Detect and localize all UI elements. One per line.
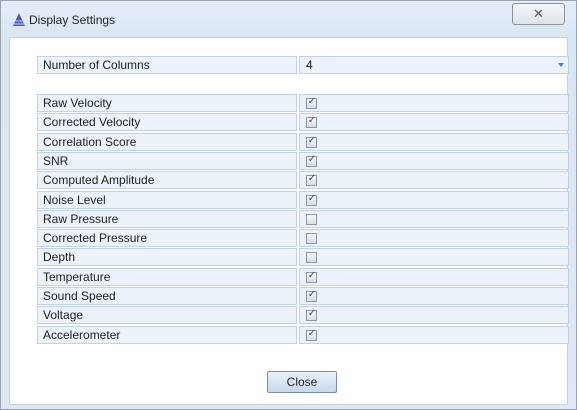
option-label: Noise Level <box>37 190 297 209</box>
check-icon: ✓ <box>307 96 317 107</box>
option-checkbox[interactable] <box>306 213 317 225</box>
option-row: Accelerometer ✓ <box>37 325 569 345</box>
option-label: Accelerometer <box>37 325 297 344</box>
option-value-cell: ✓ <box>299 113 569 132</box>
option-value-cell: ✓ <box>299 171 569 190</box>
option-label: Correlation Score <box>37 132 297 151</box>
option-value-cell: ✓ <box>299 325 569 344</box>
option-row: Corrected Velocity ✓ <box>37 113 569 132</box>
option-label: Raw Velocity <box>37 94 297 112</box>
option-label: Corrected Pressure <box>37 229 297 248</box>
option-value-cell <box>299 248 569 267</box>
option-label: SNR <box>37 151 297 170</box>
number-of-columns-dropdown[interactable]: 4 <box>299 56 569 74</box>
close-button[interactable]: Close <box>267 371 337 393</box>
number-of-columns-value: 4 <box>306 58 313 72</box>
option-value-cell: ✓ <box>299 190 569 209</box>
option-checkbox[interactable]: ✓ <box>306 192 317 206</box>
number-of-columns-row: Number of Columns 4 <box>37 56 569 75</box>
option-checkbox[interactable] <box>306 252 317 264</box>
number-of-columns-label: Number of Columns <box>37 56 297 74</box>
title-bar: Display Settings ✕ <box>1 1 576 37</box>
option-row: Corrected Pressure <box>37 229 569 248</box>
option-checkbox[interactable]: ✓ <box>306 327 317 341</box>
option-label: Computed Amplitude <box>37 171 297 190</box>
option-value-cell: ✓ <box>299 287 569 305</box>
option-checkbox[interactable]: ✓ <box>306 308 317 322</box>
option-value-cell: ✓ <box>299 94 569 112</box>
option-label: Depth <box>37 248 297 267</box>
check-icon: ✓ <box>307 327 317 339</box>
option-row: Noise Level ✓ <box>37 190 569 210</box>
option-checkbox[interactable]: ✓ <box>306 289 317 302</box>
option-label: Corrected Velocity <box>37 113 297 132</box>
option-value-cell: ✓ <box>299 132 569 151</box>
option-value-cell <box>299 229 569 248</box>
option-row: Computed Amplitude ✓ <box>37 171 569 190</box>
chevron-down-icon[interactable] <box>558 63 564 67</box>
option-row: Voltage ✓ <box>37 306 569 325</box>
option-label: Voltage <box>37 306 297 325</box>
option-row: Raw Velocity ✓ <box>37 94 569 113</box>
window-title: Display Settings <box>29 13 116 27</box>
option-row: Raw Pressure <box>37 209 569 229</box>
option-checkbox[interactable]: ✓ <box>306 269 317 283</box>
option-checkbox[interactable]: ✓ <box>306 134 317 148</box>
option-checkbox[interactable]: ✓ <box>306 153 317 167</box>
check-icon: ✓ <box>307 134 317 146</box>
option-label: Raw Pressure <box>37 209 297 228</box>
option-checkbox[interactable]: ✓ <box>306 115 317 129</box>
option-label: Temperature <box>37 267 297 286</box>
settings-panel: Number of Columns 4 Raw Velocity ✓ Correct… <box>9 37 569 405</box>
option-row: Depth <box>37 248 569 267</box>
option-value-cell: ✓ <box>299 306 569 325</box>
option-value-cell <box>299 209 569 228</box>
app-triangle-icon <box>13 13 25 26</box>
option-checkbox[interactable]: ✓ <box>306 173 317 187</box>
check-icon: ✓ <box>307 269 317 281</box>
check-icon: ✓ <box>307 289 317 300</box>
check-icon: ✓ <box>307 115 317 127</box>
window-close-button[interactable]: ✕ <box>512 3 565 25</box>
option-checkbox[interactable] <box>306 233 317 245</box>
option-checkbox[interactable]: ✓ <box>306 96 317 109</box>
check-icon: ✓ <box>307 153 317 165</box>
close-icon: ✕ <box>533 6 544 21</box>
display-settings-window: Display Settings ✕ Number of Columns 4 R… <box>0 0 577 410</box>
option-row: Correlation Score ✓ <box>37 132 569 152</box>
option-row: Sound Speed ✓ <box>37 287 569 306</box>
option-row: SNR ✓ <box>37 151 569 171</box>
option-row: Temperature ✓ <box>37 267 569 287</box>
option-value-cell: ✓ <box>299 151 569 170</box>
check-icon: ✓ <box>307 173 317 185</box>
option-value-cell: ✓ <box>299 267 569 286</box>
option-label: Sound Speed <box>37 287 297 305</box>
check-icon: ✓ <box>307 308 317 320</box>
check-icon: ✓ <box>307 192 317 204</box>
